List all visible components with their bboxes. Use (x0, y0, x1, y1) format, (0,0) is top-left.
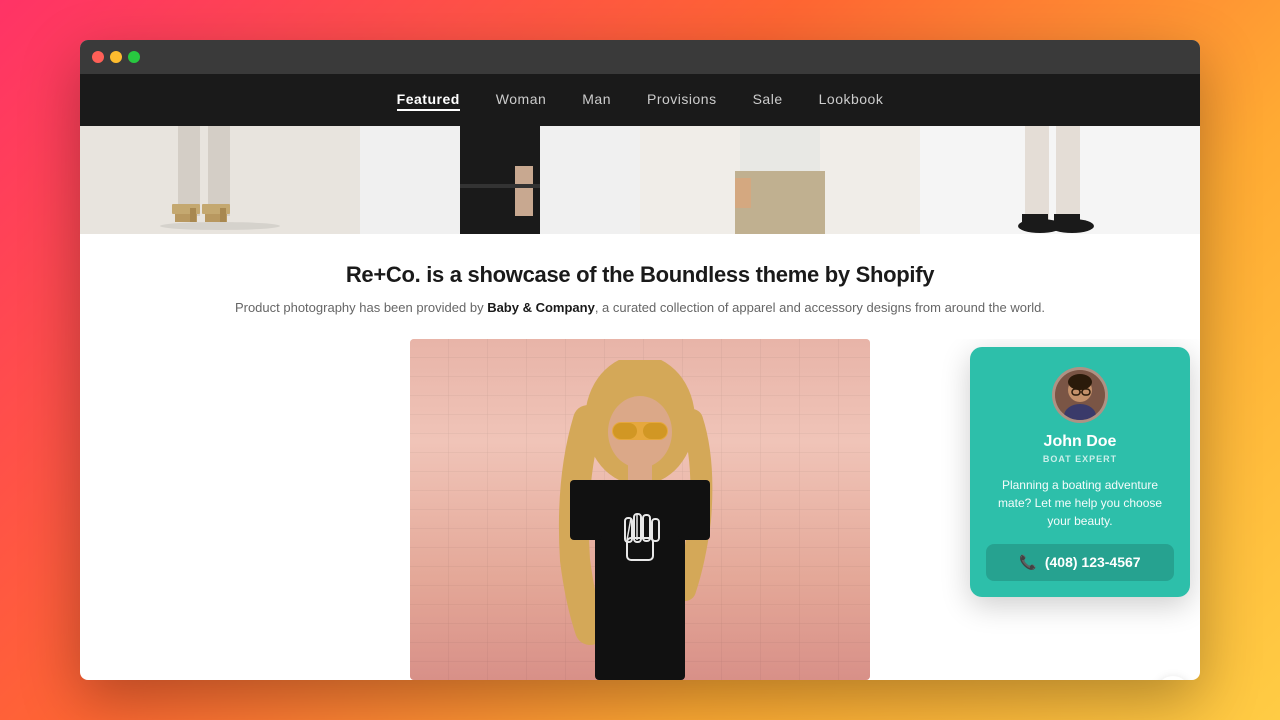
browser-chrome (80, 40, 1200, 74)
avatar-image (1055, 370, 1105, 420)
hero-img-placeholder-4 (920, 126, 1200, 234)
about-section: Re+Co. is a showcase of the Boundless th… (80, 234, 1200, 339)
chat-expert-role: BOAT EXPERT (986, 454, 1174, 464)
nav-link-man[interactable]: Man (582, 91, 611, 107)
shoes-illustration (80, 126, 360, 234)
hero-strip (80, 126, 1200, 234)
chat-widget: John Doe BOAT EXPERT Planning a boating … (970, 347, 1190, 597)
about-text: Product photography has been provided by… (100, 298, 1180, 319)
close-widget-button[interactable]: ✕ (1156, 676, 1190, 680)
pink-wall-background (410, 339, 870, 680)
chat-phone-button[interactable]: 📞 (408) 123-4567 (986, 544, 1174, 581)
nav-link-lookbook[interactable]: Lookbook (819, 91, 884, 107)
hero-img-placeholder-1 (80, 126, 360, 234)
hero-img-placeholder-3 (640, 126, 920, 234)
nav-item-sale[interactable]: Sale (753, 91, 783, 109)
woman-illustration (520, 360, 760, 680)
phone-icon: 📞 (1019, 554, 1036, 571)
nav-item-woman[interactable]: Woman (496, 91, 546, 109)
nav-item-lookbook[interactable]: Lookbook (819, 91, 884, 109)
nav-bar: Featured Woman Man Provisions Sale Lookb… (80, 74, 1200, 126)
about-intro: Product photography has been provided by (235, 300, 487, 315)
avatar (1052, 367, 1108, 423)
khaki-illustration (640, 126, 920, 234)
nav-link-woman[interactable]: Woman (496, 91, 546, 107)
about-description: , a curated collection of apparel and ac… (595, 300, 1045, 315)
hero-image-4 (920, 126, 1200, 234)
nav-item-man[interactable]: Man (582, 91, 611, 109)
nav-link-provisions[interactable]: Provisions (647, 91, 717, 107)
nav-item-provisions[interactable]: Provisions (647, 91, 717, 109)
about-title: Re+Co. is a showcase of the Boundless th… (100, 262, 1180, 288)
hero-image-3 (640, 126, 920, 234)
browser-window: Featured Woman Man Provisions Sale Lookb… (80, 40, 1200, 680)
nav-links: Featured Woman Man Provisions Sale Lookb… (397, 91, 884, 109)
featured-section: John Doe BOAT EXPERT Planning a boating … (80, 339, 1200, 680)
dark-shoes-illustration (920, 126, 1200, 234)
nav-link-featured[interactable]: Featured (397, 91, 460, 111)
featured-image-container (410, 339, 870, 680)
about-brand: Baby & Company (487, 300, 595, 315)
fullscreen-dot[interactable] (128, 51, 140, 63)
chat-avatar-container (986, 367, 1174, 423)
dark-outfit-illustration (360, 126, 640, 234)
minimize-dot[interactable] (110, 51, 122, 63)
hero-image-2 (360, 126, 640, 234)
nav-link-sale[interactable]: Sale (753, 91, 783, 107)
nav-item-featured[interactable]: Featured (397, 91, 460, 109)
hero-img-placeholder-2 (360, 126, 640, 234)
chat-message-text: Planning a boating adventure mate? Let m… (986, 476, 1174, 530)
hero-image-1 (80, 126, 360, 234)
site-content: Featured Woman Man Provisions Sale Lookb… (80, 74, 1200, 680)
browser-dots (92, 51, 140, 63)
chat-expert-name: John Doe (986, 433, 1174, 451)
chat-phone-number: (408) 123-4567 (1045, 554, 1141, 570)
close-dot[interactable] (92, 51, 104, 63)
